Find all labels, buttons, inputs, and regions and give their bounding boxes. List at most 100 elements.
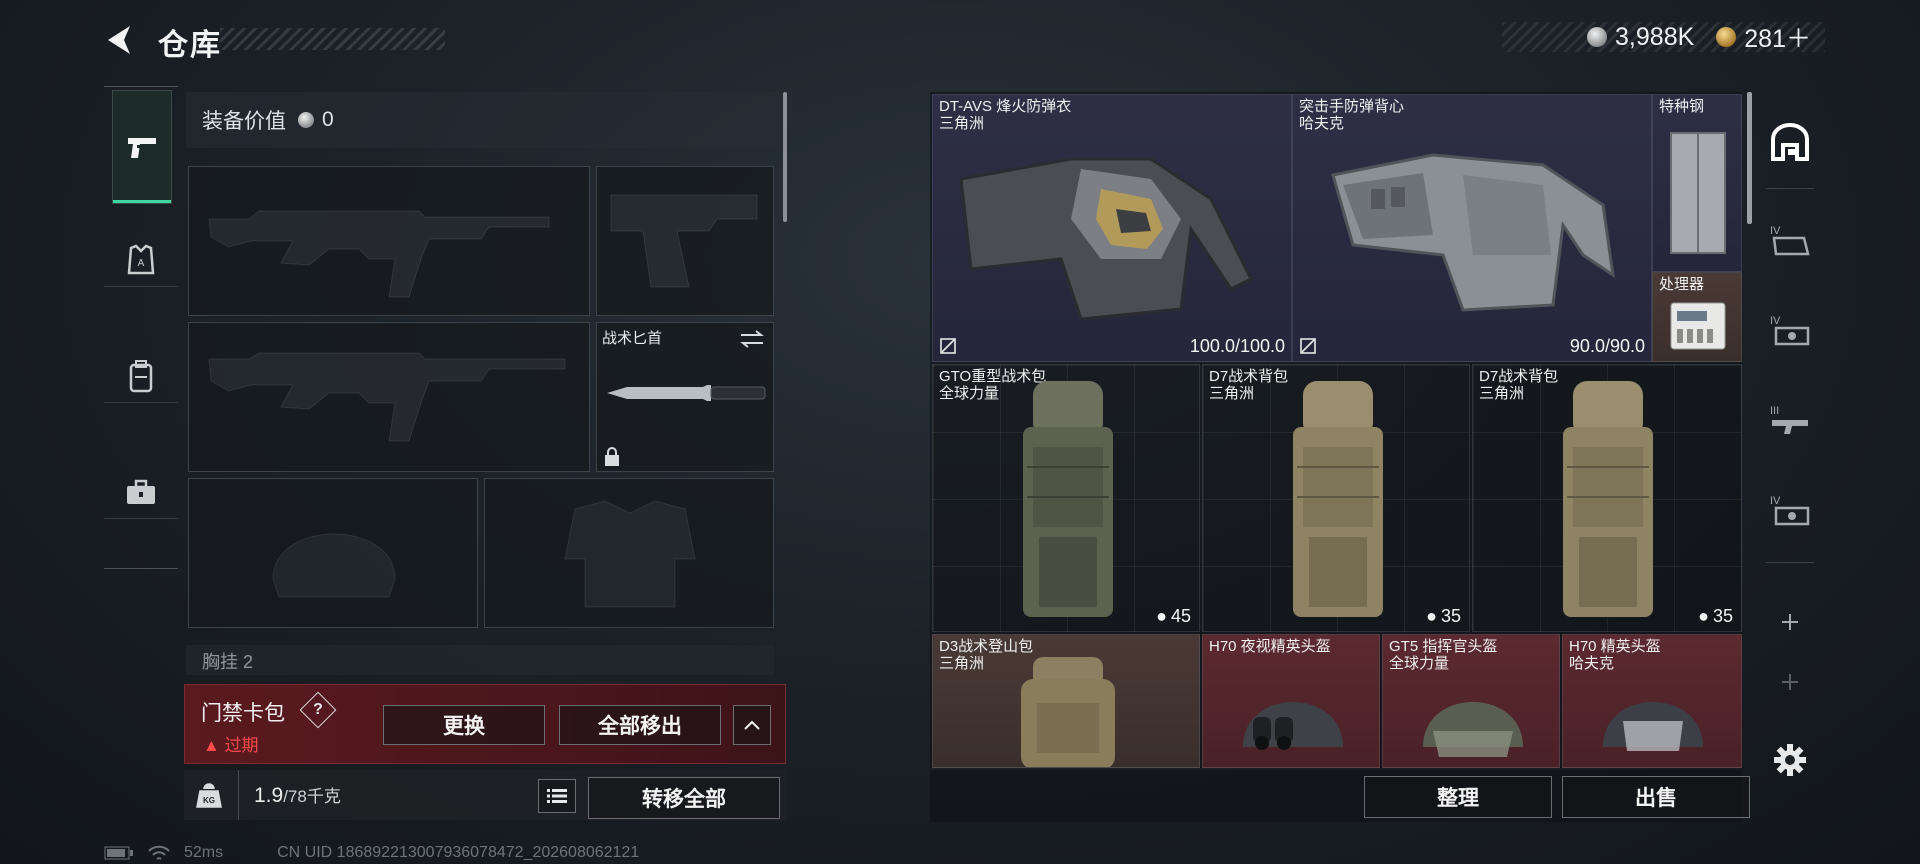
gear-icon bbox=[1774, 744, 1806, 776]
primary-weapon-slot-2[interactable] bbox=[188, 322, 590, 472]
item-name: H70 夜视精英头盔 bbox=[1209, 638, 1331, 655]
keycard-case-panel: 门禁卡包 ? ▲ 过期 更换 全部移出 bbox=[184, 684, 786, 764]
weight-text: 1.9/78千克 bbox=[254, 782, 341, 808]
stash-item-dt-avs-armor[interactable]: DT-AVS 烽火防弹衣 三角洲 100.0/100.0 bbox=[932, 94, 1292, 362]
equipment-value-row: 装备价值 0 bbox=[186, 92, 782, 148]
armor-vest-image bbox=[1331, 153, 1615, 312]
loadout-scrollbar[interactable] bbox=[783, 92, 787, 222]
uid-text: CN UID 1868922130079360784​72_2026080621… bbox=[277, 844, 640, 861]
stash-filter-column: IV IV III IV bbox=[1760, 92, 1820, 776]
ping-text: 52ms bbox=[184, 844, 224, 861]
replace-button[interactable]: 更换 bbox=[383, 705, 545, 745]
rifle-silhouette-icon bbox=[208, 210, 550, 298]
filter-tier-iii-weapon[interactable]: III bbox=[1764, 394, 1816, 446]
filter-tier-iv-helmet[interactable]: IV bbox=[1764, 304, 1816, 356]
item-name: 特种钢 bbox=[1659, 98, 1705, 115]
expired-status: ▲ 过期 bbox=[203, 731, 259, 756]
item-capacity: ● 35 bbox=[1426, 606, 1461, 626]
gear-tier-icon: IV bbox=[1770, 495, 1810, 526]
chevron-up-icon bbox=[744, 720, 760, 730]
stash-item-h70-nv-helmet[interactable]: H70 夜视精英头盔 bbox=[1202, 634, 1380, 768]
filter-all[interactable] bbox=[1764, 116, 1816, 168]
help-icon[interactable]: ? bbox=[299, 691, 337, 729]
chest-rig-row[interactable]: 胸挂 2 bbox=[186, 645, 774, 675]
stash-item-d7-pack-2[interactable]: D7战术背包 三角洲 ● 35 bbox=[1472, 364, 1742, 632]
stash-item-processor[interactable]: 处理器 bbox=[1652, 272, 1742, 362]
stash-item-assault-vest[interactable]: 突击手防弹背心 哈夫克 90.0/90.0 bbox=[1292, 94, 1652, 362]
status-footer: 52ms CN UID 1868922130079360784​72_20260… bbox=[104, 844, 639, 862]
stash-item-h70-helmet[interactable]: H70 精英头盔 哈夫克 bbox=[1562, 634, 1742, 768]
rifle-silhouette-icon bbox=[208, 352, 566, 442]
helmet-image bbox=[1423, 702, 1523, 757]
backpack-image bbox=[1563, 381, 1653, 617]
svg-text:IV: IV bbox=[1770, 225, 1781, 237]
tab-equipment[interactable]: A bbox=[112, 204, 170, 316]
capacity-icon: ● bbox=[1698, 606, 1709, 626]
knife-slot[interactable]: 战术匕首 bbox=[596, 322, 774, 472]
svg-text:KG: KG bbox=[203, 796, 215, 805]
capacity-icon: ● bbox=[1156, 606, 1167, 626]
swap-icon[interactable] bbox=[739, 329, 765, 349]
sidearm-slot[interactable] bbox=[596, 166, 774, 316]
helmet-slot[interactable] bbox=[188, 478, 478, 628]
svg-text:IV: IV bbox=[1770, 495, 1781, 507]
back-icon[interactable] bbox=[100, 22, 140, 58]
tab-toolbox[interactable] bbox=[112, 436, 170, 548]
helmet-image bbox=[1603, 702, 1703, 751]
weapon-tier-icon: III bbox=[1770, 405, 1808, 434]
backpack-image bbox=[1023, 381, 1113, 617]
weight-capacity: /78千克 bbox=[283, 787, 341, 806]
filter-tier-iv-armor[interactable]: IV bbox=[1764, 214, 1816, 266]
add-stash-button-disabled[interactable] bbox=[1764, 656, 1816, 708]
svg-text:IV: IV bbox=[1770, 315, 1781, 327]
list-icon bbox=[547, 789, 567, 803]
backpack-image bbox=[1293, 381, 1383, 617]
page-title: 仓库 bbox=[158, 29, 222, 62]
item-name: DT-AVS 烽火防弹衣 三角洲 bbox=[939, 98, 1072, 132]
silver-coin-icon bbox=[1587, 27, 1608, 47]
weight-bar: KG 1.9/78千克 转移全部 bbox=[184, 770, 786, 820]
gold-coin-icon bbox=[1716, 27, 1737, 47]
tab-weapons[interactable] bbox=[112, 90, 172, 204]
backpack-image bbox=[1021, 657, 1115, 767]
add-stash-button[interactable] bbox=[1764, 596, 1816, 648]
currency-bar: 3,988K 281＋ bbox=[1502, 19, 1825, 55]
stash-item-gto-pack[interactable]: GTO重型战术包 全球力量 ● 45 bbox=[932, 364, 1200, 632]
armor-tier-icon: IV bbox=[1770, 225, 1810, 256]
sort-button[interactable]: 整理 bbox=[1364, 776, 1552, 818]
warning-icon: ▲ bbox=[203, 736, 220, 755]
svg-text:III: III bbox=[1770, 405, 1779, 417]
armor-vest-image bbox=[959, 157, 1254, 321]
collapse-button[interactable] bbox=[733, 705, 771, 745]
stash-grid: DT-AVS 烽火防弹衣 三角洲 100.0/100.0 突击手防弹背心 哈夫克 9… bbox=[930, 92, 1742, 768]
svg-text:A: A bbox=[138, 258, 145, 269]
lock-icon bbox=[605, 447, 619, 466]
primary-weapon-slot-1[interactable] bbox=[188, 166, 590, 316]
remove-all-button[interactable]: 全部移出 bbox=[559, 705, 721, 745]
helmet-silhouette-icon bbox=[272, 533, 396, 598]
gold-coin-value[interactable]: 281＋ bbox=[1744, 19, 1811, 55]
silver-coin-value: 3,988K bbox=[1615, 22, 1695, 51]
body-armor-slot[interactable] bbox=[484, 478, 774, 628]
expired-label: 过期 bbox=[224, 736, 259, 755]
weight-icon: KG bbox=[192, 778, 226, 812]
sell-button[interactable]: 出售 bbox=[1562, 776, 1750, 818]
steel-plate-image bbox=[1670, 132, 1726, 254]
tab-backpack[interactable] bbox=[112, 320, 170, 432]
transfer-all-button[interactable]: 转移全部 bbox=[588, 777, 780, 819]
stash-item-special-steel[interactable]: 特种钢 bbox=[1652, 94, 1742, 272]
settings-button[interactable] bbox=[1764, 734, 1816, 786]
filter-tier-iv-gear[interactable]: IV bbox=[1764, 484, 1816, 536]
chest-rig-label: 胸挂 bbox=[202, 652, 238, 672]
armor-silhouette-icon bbox=[564, 500, 696, 608]
helmet-image bbox=[1243, 702, 1343, 750]
silver-coin-icon bbox=[298, 112, 314, 128]
pistol-silhouette-icon bbox=[610, 194, 758, 288]
stash-item-d7-pack[interactable]: D7战术背包 三角洲 ● 35 bbox=[1202, 364, 1470, 632]
durability-icon bbox=[1300, 338, 1316, 354]
stash-item-d3-pack[interactable]: D3战术登山包 三角洲 bbox=[932, 634, 1200, 768]
stash-scrollbar[interactable] bbox=[1747, 92, 1752, 224]
stash-item-gt5-helmet[interactable]: GT5 指挥官头盔 全球力量 bbox=[1382, 634, 1560, 768]
item-durability: 100.0/100.0 bbox=[1189, 336, 1285, 356]
list-view-button[interactable] bbox=[538, 779, 576, 813]
